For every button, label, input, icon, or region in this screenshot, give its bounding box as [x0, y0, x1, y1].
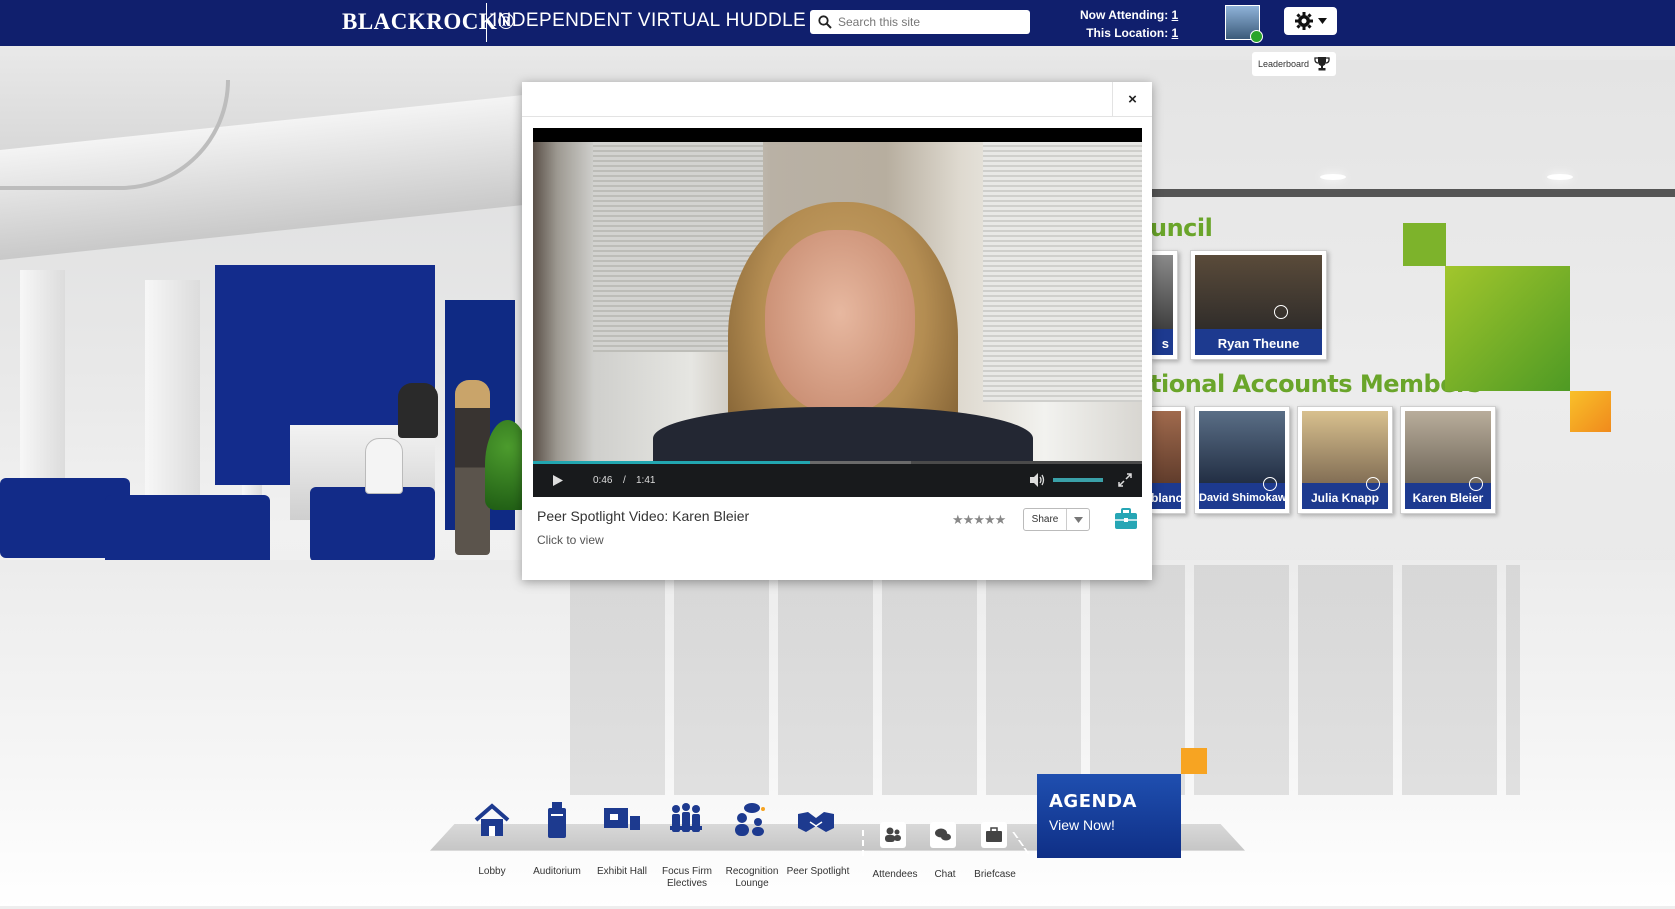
rating-stars[interactable]: ★★★★★ — [952, 512, 1006, 528]
trophy-icon — [1314, 57, 1330, 71]
briefcase-button[interactable] — [981, 822, 1007, 848]
fullscreen-icon[interactable] — [1118, 473, 1132, 487]
nav-exhibit-hall[interactable]: Exhibit Hall — [587, 866, 657, 878]
share-dropdown[interactable] — [1067, 509, 1089, 530]
column — [145, 280, 200, 530]
volume-slider[interactable] — [1053, 478, 1103, 482]
chevron-down-icon — [1318, 18, 1327, 24]
member-name: s — [1151, 329, 1173, 355]
floor-reflection — [570, 565, 1520, 795]
now-attending-count[interactable]: 1 — [1172, 8, 1179, 22]
attendees-icon — [885, 827, 901, 842]
now-attending-label: Now Attending: — [1080, 8, 1169, 22]
attendees-button[interactable] — [880, 822, 906, 848]
modal-header: × — [522, 82, 1152, 117]
speaker-face — [765, 230, 915, 415]
settings-button[interactable] — [1284, 7, 1337, 35]
virtual-lobby: uncil tional Accounts Members s Ryan The… — [0, 0, 1675, 909]
video-player[interactable]: 0:46 / 1:41 — [533, 128, 1142, 497]
play-icon[interactable] — [1263, 477, 1277, 491]
user-avatar[interactable] — [1225, 5, 1263, 43]
share-label[interactable]: Share — [1024, 509, 1067, 530]
video-subtitle[interactable]: Click to view — [537, 533, 1137, 547]
member-card[interactable]: David Shimokawa — [1194, 406, 1290, 514]
video-controls: 0:46 / 1:41 — [533, 464, 1142, 497]
speaker-shirt — [653, 407, 1033, 464]
ceiling-beam — [1150, 189, 1675, 197]
handshake-icon[interactable] — [796, 800, 836, 840]
this-location-label: This Location: — [1086, 26, 1169, 40]
nav-peer-spotlight[interactable]: Peer Spotlight — [782, 866, 854, 878]
top-navigation-bar: BLACKROCK® INDEPENDENT VIRTUAL HUDDLE No… — [0, 0, 1675, 46]
nav-recognition-lounge[interactable]: Recognition Lounge — [716, 866, 788, 890]
chevron-down-icon — [1073, 516, 1083, 523]
member-name: blanc — [1151, 483, 1181, 509]
brand-divider — [486, 3, 487, 42]
nav-auditorium[interactable]: Auditorium — [522, 866, 592, 878]
agenda-accent-square — [1181, 748, 1207, 774]
leaderboard-label: Leaderboard — [1257, 59, 1310, 69]
search-input[interactable] — [838, 15, 1018, 29]
nav-lobby[interactable]: Lobby — [457, 866, 527, 878]
agenda-view-now[interactable]: View Now! — [1049, 817, 1169, 833]
ceiling-light — [1320, 174, 1346, 180]
people-chat-icon[interactable] — [730, 800, 770, 840]
nav-briefcase[interactable]: Briefcase — [960, 869, 1030, 881]
video-frame[interactable] — [533, 142, 1142, 464]
armchair — [310, 487, 435, 562]
duration: 1:41 — [636, 475, 656, 486]
play-icon[interactable] — [553, 475, 563, 486]
gear-icon — [1295, 12, 1313, 30]
time-separator: / — [623, 475, 626, 486]
member-card[interactable]: Karen Bleier — [1400, 406, 1496, 514]
play-icon[interactable] — [1469, 477, 1483, 491]
green-square — [1403, 223, 1446, 266]
volume-icon[interactable] — [1030, 473, 1046, 487]
podium-icon[interactable] — [537, 800, 577, 840]
attendance-labels: Now Attending: 1 This Location: 1 — [1080, 6, 1178, 42]
play-icon[interactable] — [1366, 477, 1380, 491]
member-card[interactable]: blanc — [1150, 406, 1186, 514]
leaderboard-button[interactable]: Leaderboard — [1252, 52, 1336, 76]
play-icon[interactable] — [1274, 305, 1288, 319]
people-group-icon[interactable] — [666, 800, 706, 840]
this-location-count[interactable]: 1 — [1172, 26, 1179, 40]
national-accounts-heading: tional Accounts Members — [1150, 370, 1482, 398]
member-card[interactable]: Julia Knapp — [1297, 406, 1393, 514]
ceiling-light — [1547, 174, 1573, 180]
current-time: 0:46 — [593, 475, 613, 486]
member-card[interactable]: s — [1150, 250, 1178, 360]
video-modal: × 0:46 / 1:41 Peer Spotlight Video: Kare… — [522, 82, 1152, 580]
online-status-icon — [1250, 30, 1263, 43]
agenda-title: AGENDA — [1049, 791, 1137, 812]
search-box[interactable] — [810, 10, 1030, 34]
visitor-figure — [365, 438, 403, 494]
orange-square — [1570, 391, 1611, 432]
search-icon — [818, 15, 832, 29]
nav-divider — [862, 830, 864, 856]
member-name: Ryan Theune — [1195, 329, 1322, 355]
blackrock-logo[interactable]: BLACKROCK® — [342, 9, 515, 35]
site-title: INDEPENDENT VIRTUAL HUDDLE — [492, 10, 807, 31]
house-icon[interactable] — [472, 800, 512, 840]
close-button[interactable]: × — [1112, 82, 1152, 117]
briefcase-add-icon[interactable] — [1114, 507, 1138, 531]
briefcase-icon — [986, 827, 1002, 842]
window-blinds — [983, 142, 1142, 402]
agenda-banner[interactable]: AGENDA View Now! — [1037, 774, 1181, 858]
booth-icon[interactable] — [602, 800, 642, 840]
chat-button[interactable] — [930, 822, 956, 848]
council-heading: uncil — [1150, 214, 1213, 242]
share-button[interactable]: Share — [1023, 508, 1090, 531]
chat-icon — [935, 828, 951, 841]
member-card[interactable]: Ryan Theune — [1190, 250, 1327, 360]
nav-focus-firm-electives[interactable]: Focus Firm Electives — [652, 866, 722, 890]
receptionist-figure — [398, 383, 438, 438]
green-square — [1445, 266, 1570, 391]
